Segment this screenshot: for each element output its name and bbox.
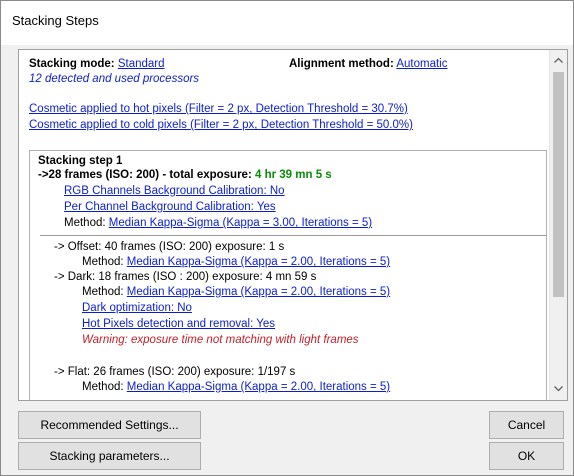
alignment-method-label: Alignment method: — [289, 58, 394, 70]
alignment-method-link[interactable]: Automatic — [396, 58, 447, 70]
method-label: Method: — [82, 286, 127, 298]
flat-method-row: Method: Median Kappa-Sigma (Kappa = 2.00… — [82, 381, 390, 393]
alignment-method-row: Alignment method: Automatic — [289, 58, 447, 70]
cancel-button[interactable]: Cancel — [489, 411, 564, 439]
offset-method-row: Method: Median Kappa-Sigma (Kappa = 2.00… — [82, 256, 390, 268]
method-label: Method: — [82, 256, 127, 268]
dark-method-row: Method: Median Kappa-Sigma (Kappa = 2.00… — [82, 286, 390, 298]
recommended-settings-button[interactable]: Recommended Settings... — [18, 411, 201, 439]
stacking-steps-dialog: Stacking Steps Stacking mode: Standard A… — [0, 0, 574, 476]
frames-summary: ->28 frames (ISO: 200) - total exposure: — [38, 169, 255, 181]
cosmetic-cold-link[interactable]: Cosmetic applied to cold pixels (Filter … — [29, 119, 413, 131]
title-bar: Stacking Steps — [1, 1, 573, 45]
step-title: Stacking step 1 — [38, 155, 123, 167]
total-exposure: 4 hr 39 mn 5 s — [254, 169, 332, 181]
window-title: Stacking Steps — [12, 13, 99, 28]
cosmetic-hot-link[interactable]: Cosmetic applied to hot pixels (Filter =… — [29, 103, 408, 115]
stacking-mode-label: Stacking mode: — [29, 58, 115, 70]
rgb-calibration-link[interactable]: RGB Channels Background Calibration: No — [64, 185, 285, 197]
dark-optimization-link[interactable]: Dark optimization: No — [82, 302, 192, 314]
method-label: Method: — [82, 381, 127, 393]
method-label: Method: — [64, 217, 109, 229]
stacking-steps-panel: Stacking mode: Standard Alignment method… — [18, 49, 568, 401]
scrollbar-thumb[interactable] — [553, 72, 564, 297]
hot-pixels-link[interactable]: Hot Pixels detection and removal: Yes — [82, 318, 275, 330]
stacking-mode-link[interactable]: Standard — [118, 58, 165, 70]
flat-method-link[interactable]: Median Kappa-Sigma (Kappa = 2.00, Iterat… — [127, 381, 390, 393]
divider — [40, 235, 546, 236]
exposure-warning: Warning: exposure time not matching with… — [82, 334, 359, 346]
per-channel-calibration-link[interactable]: Per Channel Background Calibration: Yes — [64, 201, 276, 213]
stacking-parameters-button[interactable]: Stacking parameters... — [18, 442, 201, 470]
dark-method-link[interactable]: Median Kappa-Sigma (Kappa = 2.00, Iterat… — [127, 286, 390, 298]
offset-info: -> Offset: 40 frames (ISO: 200) exposure… — [54, 241, 285, 253]
chevron-down-icon[interactable] — [550, 381, 567, 398]
stacking-step-box: Stacking step 1 ->28 frames (ISO: 200) -… — [29, 150, 547, 400]
vertical-scrollbar[interactable] — [549, 50, 567, 400]
flat-info: -> Flat: 26 frames (ISO: 200) exposure: … — [54, 366, 296, 378]
chevron-up-icon[interactable] — [550, 52, 567, 69]
light-method-link[interactable]: Median Kappa-Sigma (Kappa = 3.00, Iterat… — [109, 217, 372, 229]
offset-method-link[interactable]: Median Kappa-Sigma (Kappa = 2.00, Iterat… — [127, 256, 390, 268]
stacking-mode-row: Stacking mode: Standard — [29, 58, 165, 70]
processors-info: 12 detected and used processors — [29, 73, 200, 85]
light-method-row: Method: Median Kappa-Sigma (Kappa = 3.00… — [64, 217, 372, 229]
ok-button[interactable]: OK — [489, 442, 564, 470]
step-frames-row: ->28 frames (ISO: 200) - total exposure:… — [38, 169, 332, 181]
dark-info: -> Dark: 18 frames (ISO : 200) exposure:… — [54, 271, 317, 283]
panel-content: Stacking mode: Standard Alignment method… — [19, 50, 549, 400]
